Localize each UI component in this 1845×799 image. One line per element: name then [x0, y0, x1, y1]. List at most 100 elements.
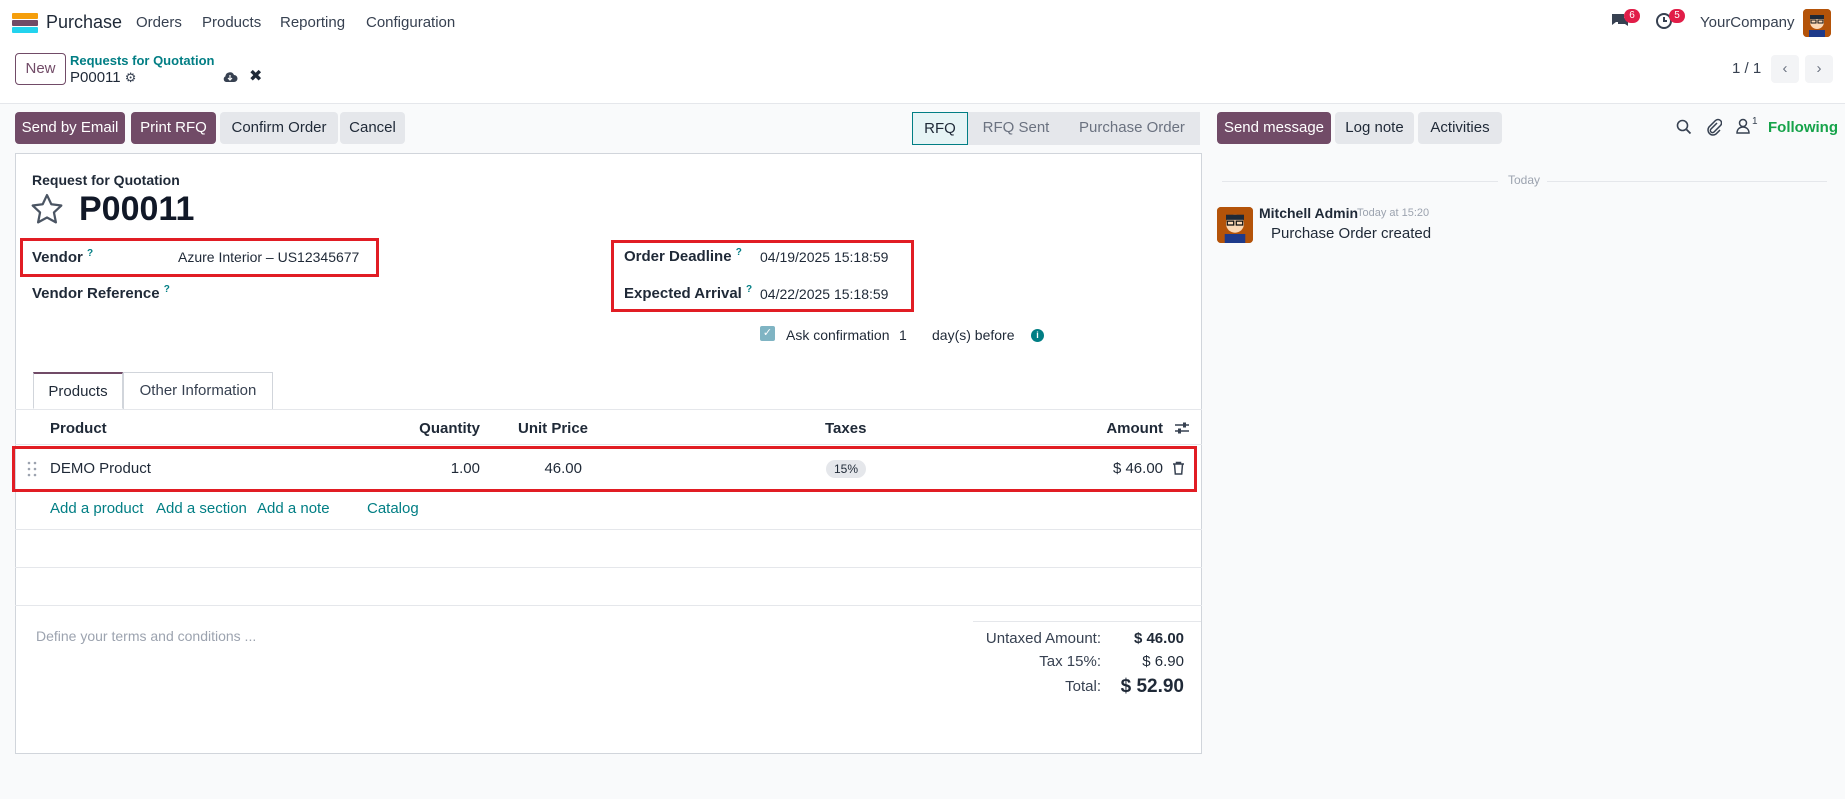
vendor-label: Vendor ? [32, 248, 93, 266]
send-by-email-button[interactable]: Send by Email [15, 112, 125, 144]
info-icon: i [1031, 329, 1044, 342]
row-tax-badge[interactable]: 15% [826, 460, 867, 478]
followers-count: 1 [1752, 116, 1758, 127]
breadcrumb-parent[interactable]: Requests for Quotation [70, 53, 214, 68]
messages-icon[interactable]: 6 [1610, 9, 1640, 32]
column-quantity[interactable]: Quantity [380, 420, 480, 437]
activities-badge: 5 [1669, 9, 1685, 23]
expected-arrival-field[interactable]: 04/22/2025 15:18:59 [760, 286, 888, 302]
pager-previous-icon[interactable]: ‹ [1771, 55, 1799, 83]
expected-arrival-label: Expected Arrival ? [624, 284, 752, 302]
row-unit-price[interactable]: 46.00 [480, 460, 582, 477]
app-menu-icon[interactable] [12, 13, 38, 33]
search-icon[interactable] [1676, 119, 1692, 139]
following-toggle[interactable]: Following [1768, 119, 1838, 136]
new-button[interactable]: New [15, 53, 66, 85]
status-purchase-order[interactable]: Purchase Order [1064, 112, 1200, 145]
attachment-icon[interactable] [1706, 118, 1723, 140]
ask-confirmation-days-input[interactable]: 1 [899, 327, 907, 343]
optional-columns-icon[interactable] [1174, 421, 1190, 439]
row-divider [15, 567, 1202, 568]
activities-button[interactable]: Activities [1418, 112, 1502, 144]
column-taxes[interactable]: Taxes [825, 420, 866, 437]
menu-orders[interactable]: Orders [136, 14, 182, 31]
status-rfq-sent[interactable]: RFQ Sent [968, 112, 1064, 145]
column-product[interactable]: Product [50, 420, 107, 437]
document-name: P00011 [79, 190, 195, 228]
help-icon[interactable]: ? [164, 284, 170, 295]
expected-arrival-label-text: Expected Arrival [624, 285, 742, 302]
tab-other-information[interactable]: Other Information [123, 372, 273, 409]
document-type: Request for Quotation [32, 172, 180, 188]
column-unit-price[interactable]: Unit Price [518, 420, 588, 437]
terms-conditions-input[interactable]: Define your terms and conditions ... [36, 628, 256, 644]
add-section-link[interactable]: Add a section [156, 500, 247, 517]
app-name[interactable]: Purchase [46, 12, 122, 33]
trash-icon[interactable] [1172, 461, 1185, 479]
pager-next-icon[interactable]: › [1805, 55, 1833, 83]
vendor-reference-label-text: Vendor Reference [32, 285, 160, 302]
discard-icon[interactable]: ✖ [249, 66, 262, 86]
send-message-button[interactable]: Send message [1217, 112, 1331, 144]
company-switcher[interactable]: YourCompany [1700, 14, 1795, 31]
total-label: Total: [1065, 678, 1101, 695]
vendor-reference-label: Vendor Reference ? [32, 284, 170, 302]
days-before-label: day(s) before [932, 327, 1015, 343]
breadcrumb-current: P00011 ⚙ [70, 69, 136, 86]
tab-products[interactable]: Products [33, 372, 123, 409]
menu-configuration[interactable]: Configuration [366, 14, 455, 31]
drag-handle-icon[interactable] [27, 461, 37, 477]
help-icon[interactable]: ? [746, 284, 752, 295]
avatar[interactable] [1217, 207, 1253, 243]
help-icon[interactable]: ? [736, 247, 742, 258]
user-avatar[interactable] [1803, 9, 1831, 37]
date-separator-line [1222, 181, 1498, 182]
pager-value[interactable]: 1 / 1 [1732, 60, 1761, 77]
top-navbar: Purchase Orders Products Reporting Confi… [0, 0, 1845, 44]
ask-confirmation-checkbox[interactable]: ✓ [760, 326, 775, 341]
untaxed-amount-value: $ 46.00 [1133, 630, 1184, 647]
message-body: Purchase Order created [1271, 225, 1432, 242]
control-panel: New Requests for Quotation P00011 ⚙ ✖ 1 … [0, 44, 1845, 104]
row-divider [15, 605, 1202, 606]
ask-confirmation-label: Ask confirmation [786, 327, 890, 343]
menu-reporting[interactable]: Reporting [280, 14, 345, 31]
favorite-star-icon[interactable] [30, 193, 64, 229]
save-cloud-icon[interactable] [222, 70, 238, 87]
table-header-divider [15, 444, 1202, 445]
messages-badge: 6 [1624, 9, 1640, 23]
totals-divider [973, 621, 1201, 622]
order-deadline-field[interactable]: 04/19/2025 15:18:59 [760, 249, 888, 265]
cancel-button[interactable]: Cancel [340, 112, 405, 144]
row-amount: $ 46.00 [1112, 460, 1163, 477]
vendor-field[interactable]: Azure Interior – US12345677 [178, 249, 359, 265]
activities-icon[interactable]: 5 [1655, 9, 1685, 32]
row-quantity[interactable]: 1.00 [380, 460, 480, 477]
order-deadline-label: Order Deadline ? [624, 247, 742, 265]
confirm-order-button[interactable]: Confirm Order [220, 112, 338, 144]
row-product[interactable]: DEMO Product [50, 460, 151, 477]
total-value: $ 52.90 [1120, 676, 1184, 697]
date-separator: Today [1508, 173, 1541, 187]
date-separator-line [1547, 181, 1827, 182]
add-product-link[interactable]: Add a product [50, 500, 143, 517]
tabs-divider [15, 409, 1202, 410]
gear-icon[interactable]: ⚙ [125, 70, 137, 85]
tax-value: $ 6.90 [1142, 653, 1184, 670]
menu-products[interactable]: Products [202, 14, 261, 31]
message-author[interactable]: Mitchell Admin [1259, 205, 1358, 221]
add-note-link[interactable]: Add a note [257, 500, 330, 517]
log-note-button[interactable]: Log note [1335, 112, 1414, 144]
tax-label: Tax 15%: [1039, 653, 1101, 670]
message-time: Today at 15:20 [1357, 207, 1430, 219]
vendor-reference-field[interactable] [178, 284, 438, 304]
help-icon[interactable]: ? [87, 248, 93, 259]
print-rfq-button[interactable]: Print RFQ [131, 112, 216, 144]
table-row[interactable] [15, 449, 1194, 489]
catalog-link[interactable]: Catalog [367, 500, 419, 517]
followers-icon[interactable] [1736, 118, 1750, 138]
breadcrumb-current-label: P00011 [70, 69, 121, 86]
untaxed-amount-label: Untaxed Amount: [985, 630, 1101, 647]
status-rfq[interactable]: RFQ [912, 112, 968, 145]
column-amount[interactable]: Amount [1060, 420, 1163, 437]
